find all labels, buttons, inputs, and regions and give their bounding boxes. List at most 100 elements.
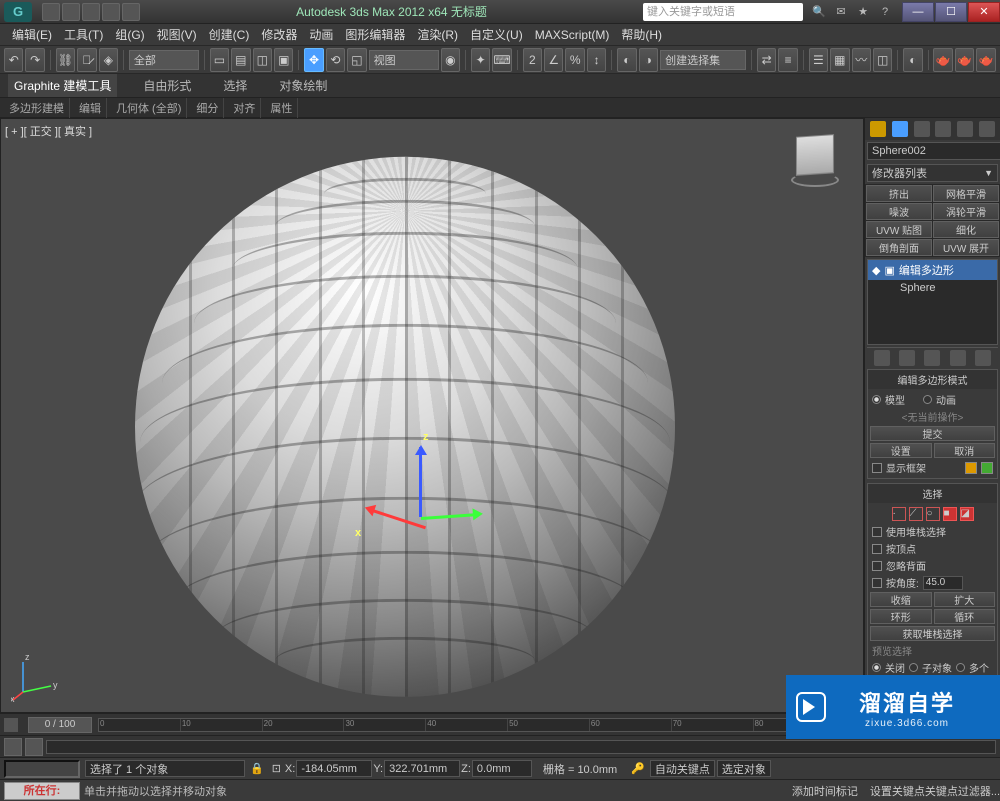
trackbar-track[interactable] — [46, 740, 996, 754]
menu-modifiers[interactable]: 修改器 — [255, 26, 303, 43]
menu-view[interactable]: 视图(V) — [151, 26, 203, 43]
rollout-title[interactable]: 编辑多边形模式 — [868, 370, 997, 389]
edged-faces2-icon[interactable]: ◑ — [639, 48, 658, 72]
modifier-list-dropdown[interactable]: 修改器列表▼ — [867, 164, 998, 182]
mod-bevelprofile[interactable]: 倒角剖面 — [866, 239, 932, 256]
loop-button[interactable]: 循环 — [934, 609, 996, 624]
menu-group[interactable]: 组(G) — [109, 26, 150, 43]
chk-byvertex[interactable] — [872, 544, 882, 554]
menu-create[interactable]: 创建(C) — [203, 26, 256, 43]
sub-props[interactable]: 属性 — [265, 98, 298, 118]
modifier-stack[interactable]: ◆ ▣ 编辑多边形 Sphere — [867, 259, 998, 345]
named-selection-set[interactable]: 创建选择集 — [660, 50, 746, 70]
z-coord[interactable]: 0.0mm — [472, 760, 532, 777]
sel-border-icon[interactable]: ○ — [926, 507, 940, 521]
undo-icon[interactable]: ↶ — [4, 48, 23, 72]
align-icon[interactable]: ≡ — [778, 48, 797, 72]
unlink-icon[interactable]: ⛓̷ — [77, 48, 96, 72]
favorites-icon[interactable]: ★ — [855, 4, 871, 20]
sel-polygon-icon[interactable]: ■ — [943, 507, 957, 521]
select-move-icon[interactable]: ✥ — [304, 48, 323, 72]
keyfilter-button[interactable]: 关键点过滤器... — [925, 783, 1000, 799]
help-search-input[interactable]: 键入关键字或短语 — [643, 3, 803, 21]
minimize-button[interactable]: — — [902, 2, 934, 22]
render-frame-icon[interactable]: 🫖 — [955, 48, 974, 72]
display-tab-icon[interactable] — [957, 121, 973, 137]
sub-geometry[interactable]: 几何体 (全部) — [111, 98, 187, 118]
qat-save-icon[interactable] — [82, 3, 100, 21]
sub-edit[interactable]: 编辑 — [74, 98, 107, 118]
motion-tab-icon[interactable] — [935, 121, 951, 137]
ribbon-tab-selection[interactable]: 选择 — [217, 74, 253, 97]
sub-polymodel[interactable]: 多边形建模 — [4, 98, 70, 118]
radio-model[interactable] — [872, 395, 881, 404]
selection-filter[interactable]: 全部 — [129, 50, 199, 70]
graphite-icon[interactable]: ▦ — [830, 48, 849, 72]
sel-vertex-icon[interactable]: · — [892, 507, 906, 521]
rollout-sel-title[interactable]: 选择 — [868, 484, 997, 503]
stack-editpoly[interactable]: ◆ ▣ 编辑多边形 — [868, 260, 997, 280]
radio-multi[interactable] — [956, 663, 965, 672]
menu-tools[interactable]: 工具(T) — [58, 26, 109, 43]
mod-uvwunwrap[interactable]: UVW 展开 — [933, 239, 999, 256]
qat-undo-icon[interactable] — [102, 3, 120, 21]
schematic-icon[interactable]: ◫ — [873, 48, 892, 72]
keyboard-shortcut-icon[interactable]: ⌨ — [492, 48, 511, 72]
cage-color1[interactable] — [965, 462, 977, 474]
select-region-icon[interactable]: ◫ — [253, 48, 272, 72]
select-object-icon[interactable]: ▭ — [210, 48, 229, 72]
sphere-object[interactable] — [135, 156, 675, 696]
curve-editor-icon[interactable]: 〰 — [852, 48, 871, 72]
menu-grapheditors[interactable]: 图形编辑器 — [339, 26, 411, 43]
sel-element-icon[interactable]: ◪ — [960, 507, 974, 521]
material-editor-icon[interactable]: ◐ — [903, 48, 922, 72]
trackbar-filter-icon[interactable] — [25, 738, 43, 756]
selected-obj-dd[interactable]: 选定对象 — [717, 760, 771, 777]
search-icon[interactable]: 🔍 — [811, 4, 827, 20]
chk-byangle[interactable] — [872, 578, 882, 588]
x-coord[interactable]: -184.05mm — [296, 760, 372, 777]
script-listener[interactable] — [4, 760, 80, 778]
pivot-icon[interactable]: ◉ — [441, 48, 460, 72]
bind-space-icon[interactable]: ◈ — [99, 48, 118, 72]
snap-2d-icon[interactable]: 2 — [523, 48, 542, 72]
unique-icon[interactable] — [924, 350, 940, 366]
mod-noise[interactable]: 噪波 — [866, 203, 932, 220]
qat-open-icon[interactable] — [62, 3, 80, 21]
stack-sphere[interactable]: Sphere — [868, 280, 997, 296]
mod-turbosmooth[interactable]: 涡轮平滑 — [933, 203, 999, 220]
radio-subobj[interactable] — [909, 663, 918, 672]
autokey-button[interactable]: 自动关键点 — [650, 760, 715, 777]
select-scale-icon[interactable]: ◱ — [347, 48, 366, 72]
qat-redo-icon[interactable] — [122, 3, 140, 21]
sub-subdiv[interactable]: 细分 — [191, 98, 224, 118]
angle-input[interactable] — [923, 576, 963, 590]
shrink-button[interactable]: 收缩 — [870, 592, 932, 607]
lightbulb-icon[interactable]: ◆ — [872, 264, 880, 277]
ribbon-tab-objpaint[interactable]: 对象绘制 — [273, 74, 333, 97]
qat-new-icon[interactable] — [42, 3, 60, 21]
getstack-button[interactable]: 获取堆栈选择 — [870, 626, 995, 641]
menu-rendering[interactable]: 渲染(R) — [411, 26, 464, 43]
sel-edge-icon[interactable]: ⟋ — [909, 507, 923, 521]
settings-button[interactable]: 设置 — [870, 443, 932, 458]
viewport-label[interactable]: [ + ][ 正交 ][ 真实 ] — [5, 123, 92, 139]
menu-maxscript[interactable]: MAXScript(M) — [529, 28, 616, 42]
mod-tessellate[interactable]: 细化 — [933, 221, 999, 238]
add-time-tag[interactable]: 添加时间标记 — [792, 783, 858, 799]
utilities-tab-icon[interactable] — [979, 121, 995, 137]
maximize-button[interactable]: ☐ — [935, 2, 967, 22]
menu-customize[interactable]: 自定义(U) — [464, 26, 529, 43]
mod-meshsmooth[interactable]: 网格平滑 — [933, 185, 999, 202]
menu-animation[interactable]: 动画 — [303, 26, 339, 43]
mod-uvwmap[interactable]: UVW 贴图 — [866, 221, 932, 238]
viewport[interactable]: [ + ][ 正交 ][ 真实 ] — [0, 118, 864, 713]
chk-usestack[interactable] — [872, 527, 882, 537]
render-setup-icon[interactable]: 🫖 — [933, 48, 952, 72]
viewcube[interactable] — [787, 131, 843, 187]
y-coord[interactable]: 322.701mm — [384, 760, 460, 777]
link-icon[interactable]: ⛓ — [56, 48, 75, 72]
ring-button[interactable]: 环形 — [870, 609, 932, 624]
snap-percent-icon[interactable]: % — [565, 48, 584, 72]
timeline-toggle-icon[interactable] — [4, 718, 18, 732]
